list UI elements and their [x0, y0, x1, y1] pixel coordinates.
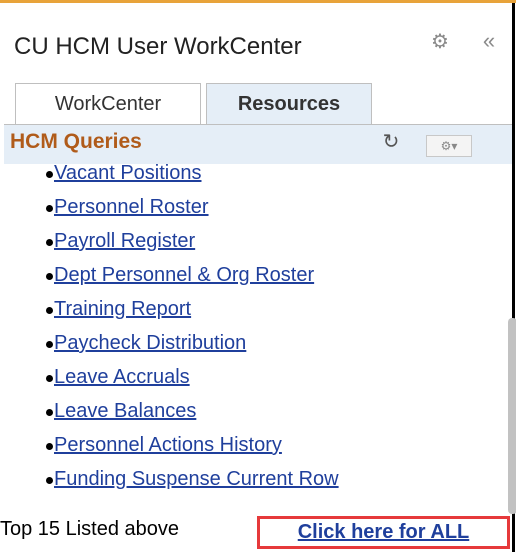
- list-item[interactable]: Funding Suspense Current Row: [46, 464, 339, 494]
- bullet-icon: [46, 239, 53, 246]
- query-link-vacant-positions[interactable]: Vacant Positions: [54, 164, 202, 184]
- bullet-icon: [46, 341, 53, 348]
- bullet-icon: [46, 307, 53, 314]
- bullet-icon: [46, 477, 53, 484]
- list-item[interactable]: Training Report: [46, 294, 191, 324]
- footer-note: Top 15 Listed above: [0, 518, 180, 540]
- query-link-leave-accruals[interactable]: Leave Accruals: [54, 366, 190, 388]
- bullet-icon: [46, 375, 53, 382]
- tab-resources[interactable]: Resources: [206, 83, 372, 124]
- query-link-paycheck-distribution[interactable]: Paycheck Distribution: [54, 332, 246, 354]
- scrollbar-thumb[interactable]: [508, 318, 516, 514]
- gear-icon[interactable]: ⚙: [429, 31, 451, 53]
- bullet-icon: [46, 205, 53, 212]
- query-link-leave-balances[interactable]: Leave Balances: [54, 400, 196, 422]
- view-all-link-box[interactable]: Click here for ALL: [257, 516, 510, 549]
- bullet-icon: [46, 443, 53, 450]
- bullet-icon: [46, 171, 53, 178]
- query-link-personnel-actions-history[interactable]: Personnel Actions History: [54, 434, 282, 456]
- query-link-training-report[interactable]: Training Report: [54, 298, 191, 320]
- list-item[interactable]: Payroll Register: [46, 226, 195, 256]
- pagelet-title: HCM Queries: [10, 130, 142, 153]
- query-link-dept-personnel-org-roster[interactable]: Dept Personnel & Org Roster: [54, 264, 314, 286]
- pagelet-header: HCM Queries ↻ ⚙▾: [4, 124, 512, 164]
- tab-workcenter[interactable]: WorkCenter: [15, 83, 201, 124]
- list-item[interactable]: Personnel Actions History: [46, 430, 282, 460]
- query-link-personnel-roster[interactable]: Personnel Roster: [54, 196, 209, 218]
- list-item[interactable]: Vacant Positions: [46, 164, 202, 188]
- list-item[interactable]: Leave Balances: [46, 396, 196, 426]
- query-link-payroll-register[interactable]: Payroll Register: [54, 230, 195, 252]
- query-link-funding-suspense-current-row[interactable]: Funding Suspense Current Row: [54, 468, 339, 490]
- workcenter-title: CU HCM User WorkCenter: [14, 33, 302, 60]
- pagelet-options-button[interactable]: ⚙▾: [426, 135, 472, 157]
- list-item[interactable]: Paycheck Distribution: [46, 328, 246, 358]
- list-item[interactable]: Leave Accruals: [46, 362, 190, 392]
- list-item[interactable]: Personnel Roster: [46, 192, 209, 222]
- query-list: Vacant Positions Personnel Roster Payrol…: [4, 164, 494, 516]
- collapse-icon[interactable]: «: [478, 30, 500, 52]
- view-all-link[interactable]: Click here for ALL: [298, 521, 470, 543]
- refresh-icon[interactable]: ↻: [380, 131, 402, 153]
- bullet-icon: [46, 273, 53, 280]
- bullet-icon: [46, 409, 53, 416]
- list-item[interactable]: Dept Personnel & Org Roster: [46, 260, 314, 290]
